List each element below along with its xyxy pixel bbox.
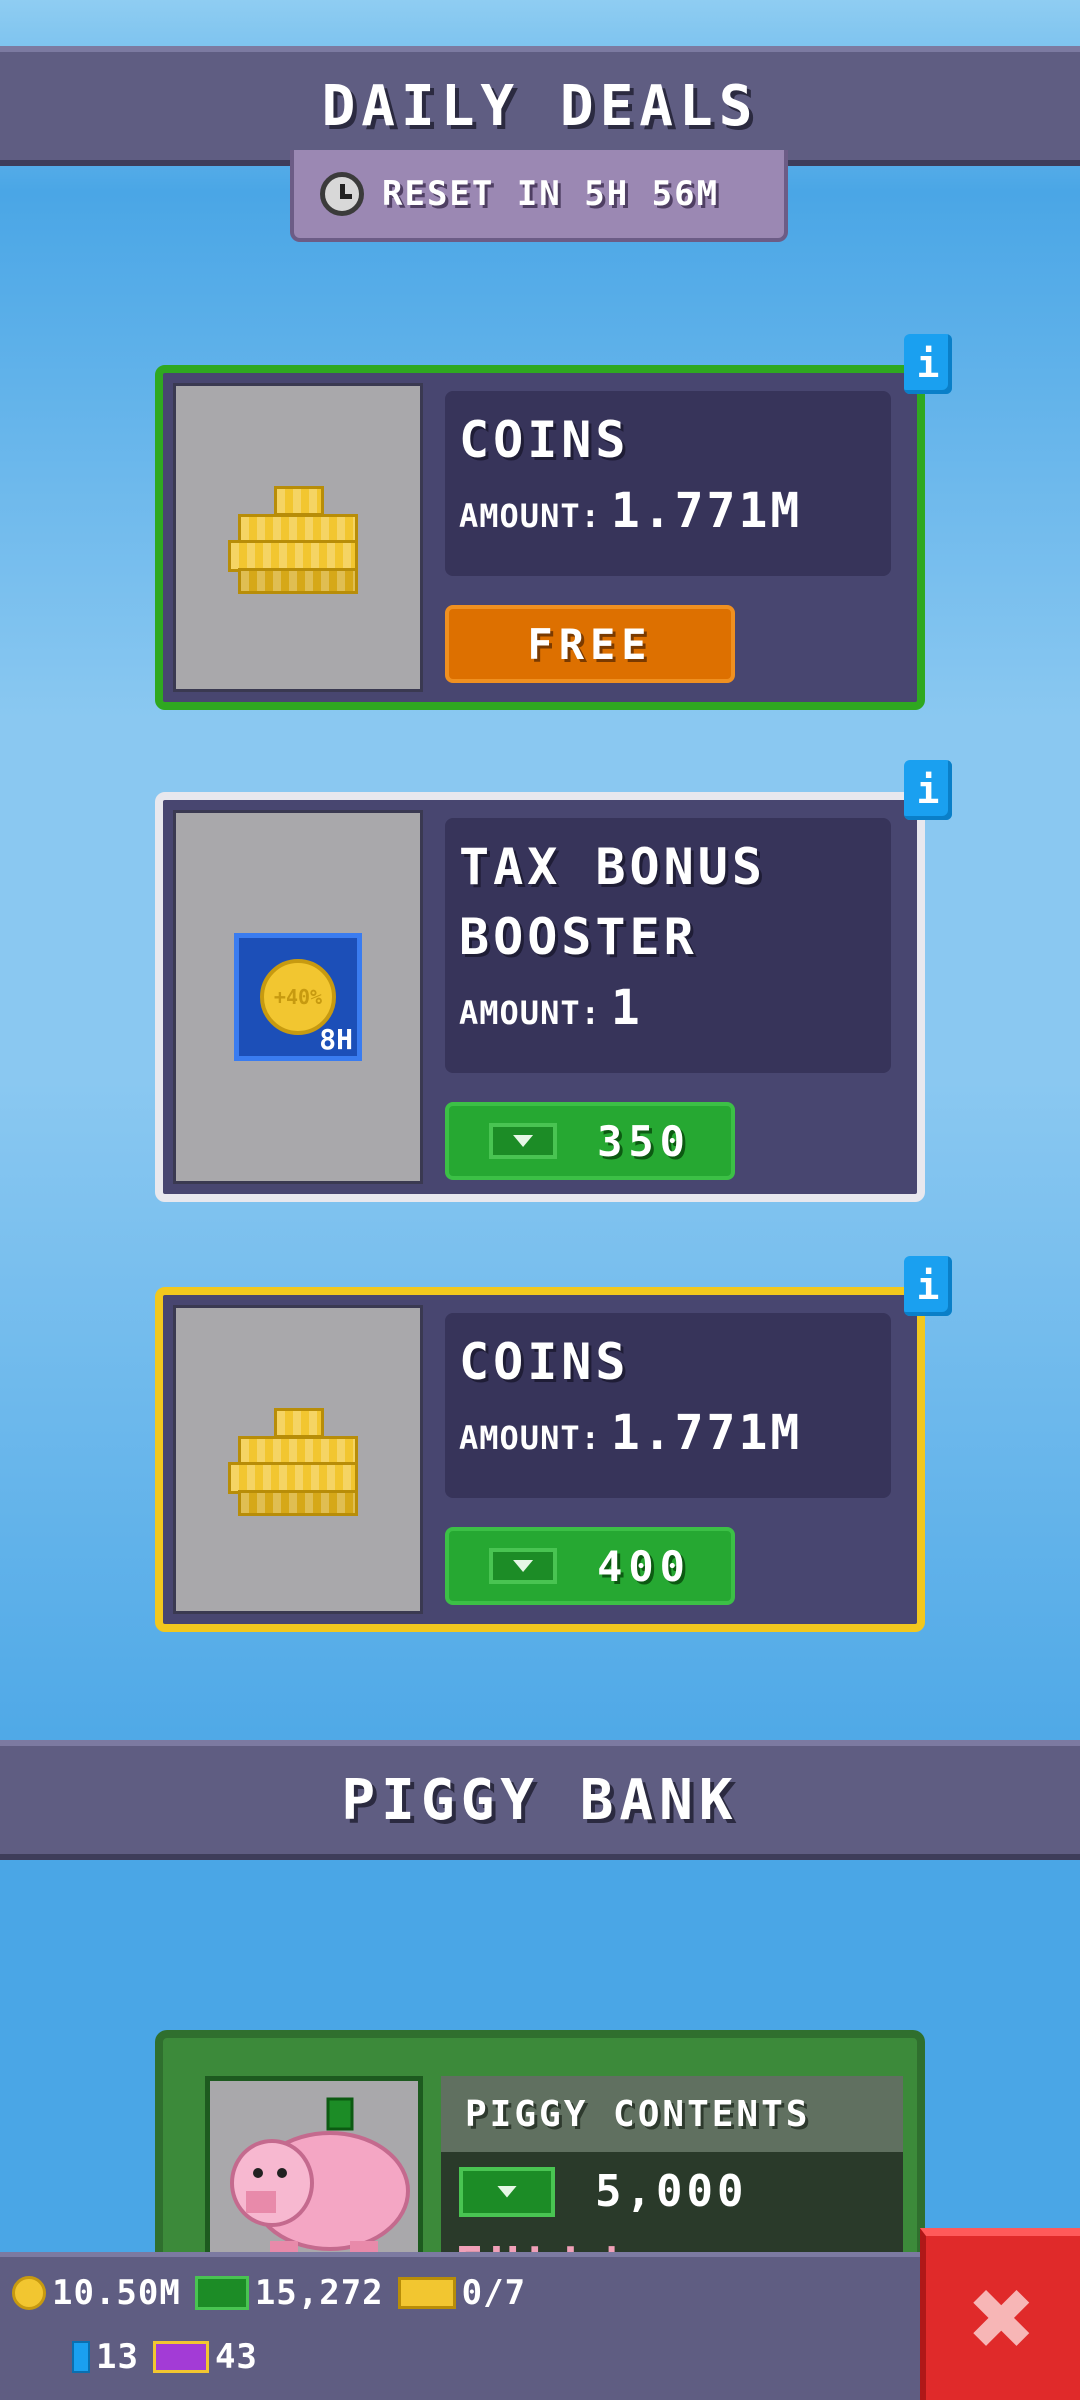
- amount-value: 1.771M: [610, 483, 803, 539]
- buy-button-cash[interactable]: 400: [445, 1527, 735, 1605]
- deal-thumbnail: [173, 383, 423, 692]
- piggy-cash-value: 5,000: [595, 2166, 748, 2217]
- cash-value: 15,272: [254, 2273, 384, 2313]
- deal-title: COINS: [459, 411, 630, 469]
- deal-title: COINS: [459, 1333, 630, 1391]
- resource-bar: 10.50M 15,272 0/7 13 43: [0, 2252, 920, 2400]
- free-button[interactable]: FREE: [445, 605, 735, 683]
- deal-info: COINS AMOUNT: 1.771M: [445, 391, 891, 576]
- coins-value: 10.50M: [52, 2273, 181, 2313]
- cash-icon: [489, 1123, 558, 1159]
- piggy-bank-title: PIGGY BANK: [341, 1767, 739, 1833]
- cash-icon: [194, 2276, 249, 2310]
- info-icon[interactable]: i: [904, 1256, 952, 1316]
- gems-value: 13: [96, 2337, 139, 2377]
- deal-amount: AMOUNT: 1.771M: [459, 1405, 877, 1461]
- tax-bonus-booster-icon: +40% 8H: [234, 933, 362, 1061]
- price-label: 400: [597, 1541, 691, 1591]
- daily-deals-banner: DAILY DEALS: [0, 46, 1080, 166]
- amount-label: AMOUNT:: [459, 1419, 601, 1457]
- daily-deals-title: DAILY DEALS: [321, 73, 759, 139]
- amount-label: AMOUNT:: [459, 497, 601, 535]
- premium-tickets-resource[interactable]: 43: [152, 2337, 258, 2377]
- deal-title-line2: BOOSTER: [459, 908, 698, 966]
- amount-label: AMOUNT:: [459, 994, 601, 1032]
- tickets-value: 0/7: [461, 2273, 527, 2313]
- coin-stack-icon: [228, 478, 368, 598]
- deal-thumbnail: [173, 1305, 423, 1614]
- tickets-resource[interactable]: 0/7: [397, 2273, 527, 2313]
- resource-row-bottom: 13 43: [72, 2337, 258, 2377]
- ticket-icon: [397, 2277, 456, 2309]
- premium-tickets-value: 43: [214, 2337, 258, 2377]
- deal-card-coins-paid[interactable]: COINS AMOUNT: 1.771M 400: [155, 1287, 925, 1632]
- free-button-label: FREE: [527, 619, 653, 669]
- resource-row-top: 10.50M 15,272 0/7: [12, 2273, 526, 2313]
- amount-value: 1: [610, 980, 643, 1036]
- cash-icon: [489, 1548, 558, 1584]
- deal-info: COINS AMOUNT: 1.771M: [445, 1313, 891, 1498]
- deal-amount: AMOUNT: 1: [459, 980, 877, 1036]
- reset-timer-label: RESET IN 5H 56M: [382, 174, 720, 214]
- booster-duration: 8H: [319, 1023, 353, 1056]
- deal-thumbnail: +40% 8H: [173, 810, 423, 1184]
- clock-icon: [320, 172, 364, 216]
- coin-stack-icon: [228, 1400, 368, 1520]
- info-icon[interactable]: i: [904, 760, 952, 820]
- deal-amount: AMOUNT: 1.771M: [459, 483, 877, 539]
- cash-icon: [459, 2166, 555, 2217]
- amount-value: 1.771M: [610, 1405, 803, 1461]
- gem-icon: [72, 2341, 90, 2373]
- close-button[interactable]: ✖: [920, 2228, 1080, 2400]
- piggy-contents-label: PIGGY CONTENTS: [441, 2076, 903, 2152]
- gems-resource[interactable]: 13: [72, 2337, 139, 2377]
- deal-info: TAX BONUS BOOSTER AMOUNT: 1: [445, 818, 891, 1073]
- buy-button-cash[interactable]: 350: [445, 1102, 735, 1180]
- price-label: 350: [597, 1116, 691, 1166]
- coins-resource[interactable]: 10.50M: [12, 2273, 181, 2313]
- reset-timer: RESET IN 5H 56M: [290, 150, 788, 242]
- cash-resource[interactable]: 15,272: [194, 2273, 384, 2313]
- info-icon[interactable]: i: [904, 334, 952, 394]
- deal-card-coins-free[interactable]: COINS AMOUNT: 1.771M FREE: [155, 365, 925, 710]
- coin-icon: [12, 2276, 46, 2310]
- deal-title-line1: TAX BONUS: [459, 838, 766, 896]
- close-icon: ✖: [969, 2254, 1037, 2382]
- premium-ticket-icon: [152, 2341, 209, 2373]
- piggy-cash-row: 5,000: [441, 2152, 903, 2217]
- piggy-bank-banner: PIGGY BANK: [0, 1740, 1080, 1860]
- deal-card-tax-bonus-booster[interactable]: +40% 8H TAX BONUS BOOSTER AMOUNT: 1 350: [155, 792, 925, 1202]
